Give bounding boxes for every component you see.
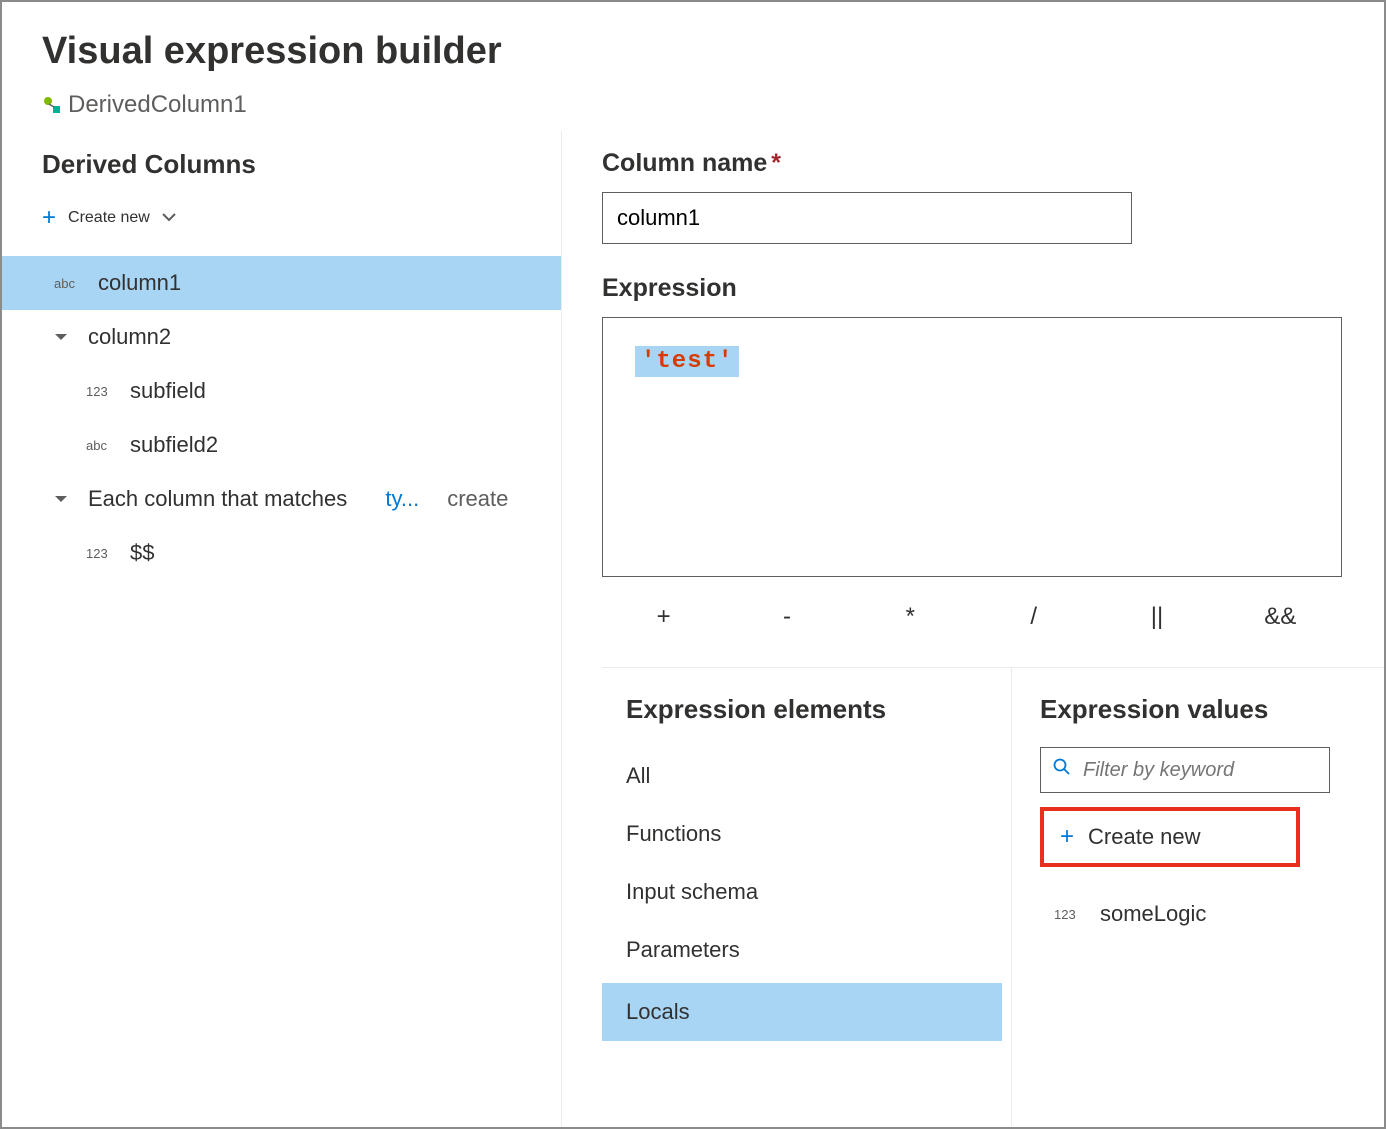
operator-plus[interactable]: + — [602, 593, 725, 641]
breadcrumb: DerivedColumn1 — [42, 91, 1344, 119]
element-all[interactable]: All — [602, 747, 1011, 805]
type-badge-123: 123 — [86, 546, 114, 561]
column-label: Each column that matches — [88, 486, 347, 512]
column-item-column1[interactable]: abc column1 — [2, 256, 561, 310]
type-badge-123: 123 — [1054, 907, 1082, 922]
plus-icon: + — [1060, 823, 1074, 851]
expression-values-title: Expression values — [1040, 694, 1384, 725]
create-new-local-label: Create new — [1088, 824, 1201, 850]
operator-multiply[interactable]: * — [849, 593, 972, 641]
create-new-label: Create new — [68, 209, 150, 227]
type-badge-abc: abc — [86, 438, 114, 453]
column-label: column2 — [88, 324, 171, 350]
page-title: Visual expression builder — [42, 30, 1344, 73]
operator-minus[interactable]: - — [725, 593, 848, 641]
dataflow-icon — [42, 95, 62, 115]
element-functions[interactable]: Functions — [602, 805, 1011, 863]
expression-elements-panel: Expression elements All Functions Input … — [602, 668, 1012, 1126]
element-locals[interactable]: Locals — [602, 983, 1002, 1041]
type-badge-abc: abc — [54, 276, 82, 291]
column-item-column2[interactable]: column2 — [42, 310, 561, 364]
operator-or[interactable]: || — [1095, 593, 1218, 641]
type-badge-123: 123 — [86, 384, 114, 399]
column-item-dollardollar[interactable]: 123 $$ — [42, 526, 561, 580]
expression-token: 'test' — [635, 346, 739, 377]
operator-and[interactable]: && — [1219, 593, 1342, 641]
chevron-down-icon — [54, 491, 72, 507]
derived-columns-title: Derived Columns — [42, 149, 561, 180]
plus-icon: + — [42, 204, 56, 232]
column-label: subfield — [130, 378, 206, 404]
element-input-schema[interactable]: Input schema — [602, 863, 1011, 921]
column-name-label: Column name* — [602, 149, 1384, 178]
element-parameters[interactable]: Parameters — [602, 921, 1011, 979]
expression-label: Expression — [602, 274, 1384, 303]
filter-container — [1040, 747, 1330, 793]
value-label: someLogic — [1100, 901, 1206, 927]
search-icon — [1053, 758, 1071, 782]
column-label: column1 — [98, 270, 181, 296]
column-name-input[interactable] — [602, 192, 1132, 244]
column-item-subfield2[interactable]: abc subfield2 — [42, 418, 561, 472]
expression-input[interactable]: 'test' — [602, 317, 1342, 577]
breadcrumb-label: DerivedColumn1 — [68, 91, 247, 119]
column-label: $$ — [130, 540, 154, 566]
expression-editor-panel: Column name* Expression 'test' + - * / |… — [562, 131, 1384, 1126]
filter-input[interactable] — [1083, 759, 1317, 782]
column-label: subfield2 — [130, 432, 218, 458]
column-item-subfield[interactable]: 123 subfield — [42, 364, 561, 418]
chevron-down-icon — [162, 209, 176, 227]
value-item-somelogic[interactable]: 123 someLogic — [1040, 891, 1384, 937]
create-new-local-button[interactable]: + Create new — [1040, 807, 1300, 867]
pattern-suffix: create — [447, 486, 508, 512]
operator-toolbar: + - * / || && — [602, 577, 1342, 659]
expression-values-panel: Expression values + Create new 123 someL… — [1012, 668, 1384, 1126]
highlight-locals: Locals — [602, 983, 932, 1041]
expression-elements-title: Expression elements — [602, 694, 1011, 725]
chevron-down-icon — [54, 329, 72, 345]
column-item-pattern[interactable]: Each column that matches ty... create — [42, 472, 561, 526]
pattern-link[interactable]: ty... — [385, 486, 419, 512]
derived-columns-panel: Derived Columns + Create new abc column1… — [2, 131, 562, 1126]
required-indicator: * — [771, 149, 781, 177]
create-new-column-button[interactable]: + Create new — [42, 196, 561, 240]
operator-divide[interactable]: / — [972, 593, 1095, 641]
